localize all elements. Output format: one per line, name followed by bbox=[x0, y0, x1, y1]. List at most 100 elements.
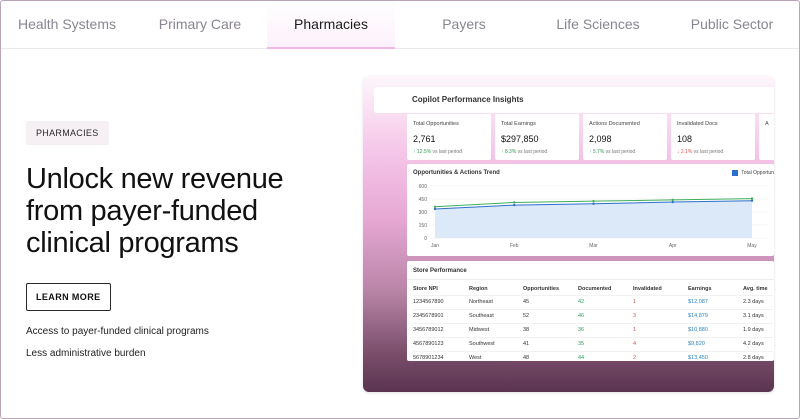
cell-avg-time: 2.8 days bbox=[743, 350, 773, 365]
trend-chart-title: Opportunities & Actions Trend bbox=[413, 170, 500, 176]
column-header[interactable]: Region bbox=[469, 283, 523, 295]
column-header[interactable]: Opportunities bbox=[523, 283, 578, 295]
benefit-item-1: Access to payer-funded clinical programs bbox=[26, 326, 209, 337]
cell-region: Midwest bbox=[469, 322, 523, 337]
column-header[interactable]: Store NPI bbox=[413, 283, 469, 295]
kpi-card: Total Opportunities 2,761 ↑ 12.5% vs las… bbox=[407, 114, 491, 160]
cell-npi: 3456789012 bbox=[413, 322, 469, 337]
kpi-card: Total Earnings $297,850 ↑ 8.3% vs last p… bbox=[495, 114, 579, 160]
x-tick-label: Feb bbox=[510, 243, 519, 249]
y-tick-label: 300 bbox=[419, 210, 428, 216]
cell-documented: 46 bbox=[578, 308, 633, 323]
tab-primary-care[interactable]: Primary Care bbox=[133, 1, 267, 48]
cell-avg-time: 2.3 days bbox=[743, 294, 773, 309]
headline-line-3: clinical programs bbox=[26, 227, 239, 259]
store-performance-table: Store NPI Region Opportunities Documente… bbox=[413, 283, 773, 365]
kpi-change-suffix: vs last period bbox=[604, 149, 636, 155]
kpi-label: A bbox=[765, 121, 769, 127]
table-row[interactable]: 2345678901 Southeast 52 46 3 $14,879 3.1… bbox=[413, 308, 773, 323]
column-header[interactable]: Documented bbox=[578, 283, 633, 295]
kpi-value: 2,098 bbox=[589, 134, 612, 144]
cell-invalidated: 1 bbox=[633, 294, 688, 309]
kpi-change-value: ↑ 5.7% bbox=[589, 149, 605, 155]
legend-swatch-icon bbox=[732, 170, 739, 176]
table-row[interactable]: 4567890123 Southwest 41 35 4 $9,820 4.2 … bbox=[413, 336, 773, 351]
cell-opportunities: 48 bbox=[523, 350, 578, 365]
cell-invalidated: 4 bbox=[633, 336, 688, 351]
store-performance-title: Store Performance bbox=[413, 268, 467, 274]
kpi-change-suffix: vs last period bbox=[692, 149, 724, 155]
cell-region: Southeast bbox=[469, 308, 523, 323]
y-tick-label: 450 bbox=[419, 197, 428, 203]
data-point bbox=[750, 197, 754, 200]
cell-documented: 42 bbox=[578, 294, 633, 309]
cell-avg-time: 3.1 days bbox=[743, 308, 773, 323]
kpi-change: ↓ 2.1% vs last period bbox=[677, 149, 749, 155]
kpi-change-value: ↑ 12.5% bbox=[413, 149, 432, 155]
cell-npi: 2345678901 bbox=[413, 308, 469, 323]
headline-line-1: Unlock new revenue bbox=[26, 163, 284, 195]
x-tick-label: Mar bbox=[589, 243, 598, 249]
cell-npi: 4567890123 bbox=[413, 336, 469, 351]
cell-earnings: $13,450 bbox=[688, 350, 743, 365]
kpi-label: Total Opportunities bbox=[413, 121, 459, 127]
cell-npi: 1234567890 bbox=[413, 294, 469, 309]
store-performance-panel: Store Performance Store NPI Region Oppor… bbox=[407, 261, 774, 365]
dashboard-preview: Copilot Performance Insights Total Oppor… bbox=[363, 76, 774, 392]
data-point bbox=[750, 199, 754, 202]
divider bbox=[407, 279, 774, 280]
cell-avg-time: 1.9 days bbox=[743, 322, 773, 337]
kpi-change-value: ↓ 2.1% bbox=[677, 149, 693, 155]
kpi-value: 2,761 bbox=[413, 134, 436, 144]
cell-documented: 44 bbox=[578, 350, 633, 365]
kpi-card-partial: A bbox=[759, 114, 774, 160]
cell-earnings: $14,879 bbox=[688, 308, 743, 323]
tab-public-sector[interactable]: Public Sector bbox=[663, 1, 799, 48]
cell-invalidated: 3 bbox=[633, 308, 688, 323]
tab-payers[interactable]: Payers bbox=[395, 1, 533, 48]
cell-earnings: $10,880 bbox=[688, 322, 743, 337]
cell-npi: 5678901234 bbox=[413, 350, 469, 365]
trend-chart-panel: Opportunities & Actions Trend Total Oppo… bbox=[407, 164, 774, 256]
cell-opportunities: 38 bbox=[523, 322, 578, 337]
data-point bbox=[592, 199, 595, 203]
x-tick-label: May bbox=[747, 243, 757, 249]
kpi-label: Actions Documented bbox=[589, 121, 640, 127]
cell-region: West bbox=[469, 350, 523, 365]
cell-documented: 35 bbox=[578, 336, 633, 351]
y-tick-label: 150 bbox=[419, 223, 428, 229]
column-header[interactable]: Invalidated bbox=[633, 283, 688, 295]
kpi-change: ↑ 8.3% vs last period bbox=[501, 149, 573, 155]
column-header[interactable]: Earnings bbox=[688, 283, 743, 295]
data-point bbox=[671, 198, 674, 202]
table-header-row: Store NPI Region Opportunities Documente… bbox=[413, 283, 773, 295]
kpi-change: ↑ 12.5% vs last period bbox=[413, 149, 485, 155]
legend-label: Total Opportun bbox=[741, 170, 774, 176]
learn-more-button[interactable]: LEARN MORE bbox=[26, 283, 111, 311]
cell-region: Northeast bbox=[469, 294, 523, 309]
tab-health-systems[interactable]: Health Systems bbox=[1, 1, 133, 48]
table-row[interactable]: 1234567890 Northeast 45 42 1 $12,087 2.3… bbox=[413, 294, 773, 309]
kpi-change: ↑ 5.7% vs last period bbox=[589, 149, 661, 155]
data-point bbox=[513, 201, 516, 204]
cell-earnings: $9,820 bbox=[688, 336, 743, 351]
cell-opportunities: 41 bbox=[523, 336, 578, 351]
kpi-card: Invalidated Docs 108 ↓ 2.1% vs last peri… bbox=[671, 114, 755, 160]
dashboard-title: Copilot Performance Insights bbox=[374, 87, 774, 113]
table-row[interactable]: 3456789012 Midwest 38 36 1 $10,880 1.9 d… bbox=[413, 322, 773, 337]
tab-pharmacies[interactable]: Pharmacies bbox=[267, 1, 395, 49]
tab-life-sciences[interactable]: Life Sciences bbox=[533, 1, 663, 48]
data-point bbox=[671, 200, 674, 204]
x-tick-label: Apr bbox=[669, 243, 677, 249]
benefit-item-2: Less administrative burden bbox=[26, 348, 146, 359]
trend-chart: 600 450 300 150 0 Jan Feb Mar Apr May bbox=[419, 184, 768, 249]
cell-opportunities: 52 bbox=[523, 308, 578, 323]
x-tick-label: Jan bbox=[431, 243, 439, 249]
table-row[interactable]: 5678901234 West 48 44 2 $13,450 2.8 days bbox=[413, 350, 773, 365]
column-header[interactable]: Avg. time bbox=[743, 283, 773, 295]
cell-invalidated: 2 bbox=[633, 350, 688, 365]
data-point bbox=[433, 205, 437, 208]
hero-headline: Unlock new revenue from payer-funded cli… bbox=[26, 163, 346, 259]
data-point bbox=[592, 202, 595, 205]
cell-opportunities: 45 bbox=[523, 294, 578, 309]
